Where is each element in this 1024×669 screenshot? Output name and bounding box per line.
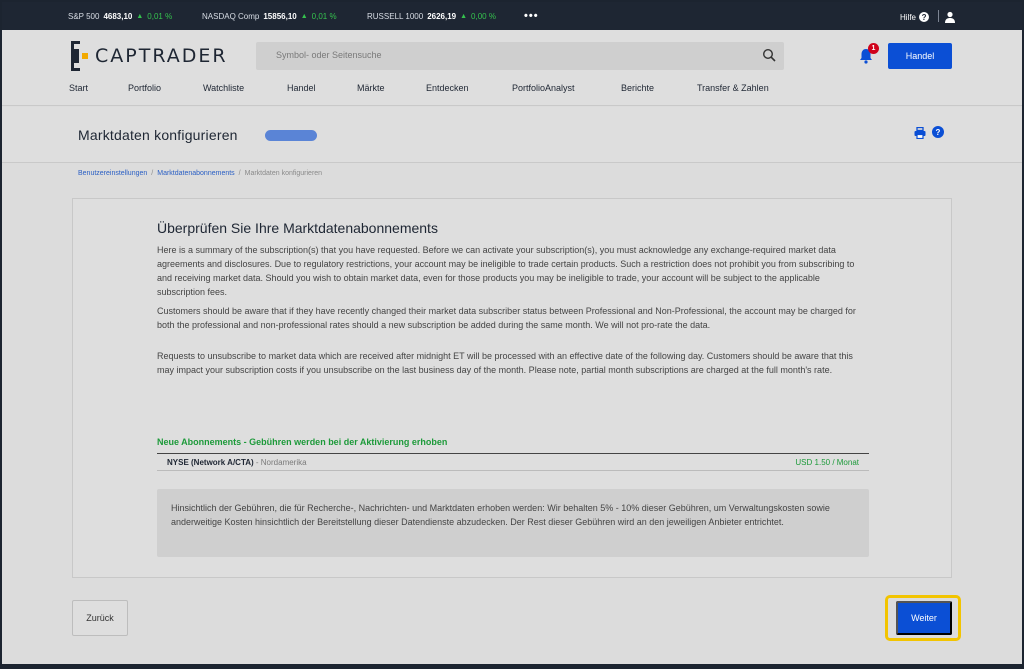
subscription-name: NYSE (Network A/CTA) xyxy=(167,458,254,467)
breadcrumb-separator: / xyxy=(151,170,154,177)
page-title: Marktdaten konfigurieren xyxy=(78,127,238,143)
fee-disclosure-text: Hinsichtlich der Gebühren, die für Reche… xyxy=(171,503,830,527)
divider xyxy=(938,10,939,22)
search-icon[interactable] xyxy=(762,48,776,62)
breadcrumb-user-settings[interactable]: Benutzereinstellungen xyxy=(78,170,147,177)
ticker-value: 4683,10 xyxy=(103,12,133,21)
ticker-value: 15856,10 xyxy=(263,12,297,21)
nav-item-transfers[interactable]: Transfer & Zahlen xyxy=(697,83,769,93)
page-title-bar: Marktdaten konfigurieren ? xyxy=(2,107,1022,163)
breadcrumb: Benutzereinstellungen / Marktdatenabonne… xyxy=(78,170,322,177)
nav-item-start[interactable]: Start xyxy=(69,83,88,93)
app-window: S&P 500 4683,10 ▲ 0,01 % NASDAQ Comp 158… xyxy=(2,2,1022,664)
ticker-change: 0,00 % xyxy=(471,12,496,21)
page-help-icon[interactable]: ? xyxy=(932,126,944,138)
back-button[interactable]: Zurück xyxy=(72,600,128,636)
breadcrumb-current: Marktdaten konfigurieren xyxy=(244,170,323,177)
trade-button[interactable]: Handel xyxy=(888,43,952,69)
ticker-value: 2626,19 xyxy=(427,12,457,21)
status-change-paragraph: Customers should be aware that if they h… xyxy=(157,306,856,330)
unsubscribe-paragraph: Requests to unsubscribe to market data w… xyxy=(157,351,853,375)
up-arrow-icon: ▲ xyxy=(300,13,308,20)
ticker-change: 0,01 % xyxy=(311,12,337,21)
ticker-item-nasdaq[interactable]: NASDAQ Comp 15856,10 ▲ 0,01 % xyxy=(202,12,337,21)
new-subscriptions-heading: Neue Abonnements - Gebühren werden bei d… xyxy=(157,437,448,447)
fee-disclosure-box: Hinsichtlich der Gebühren, die für Reche… xyxy=(157,489,869,557)
notification-count-badge: 1 xyxy=(868,43,879,54)
logo-mark-icon xyxy=(71,41,88,71)
subscription-region: - Nordamerika xyxy=(253,458,307,467)
help-link[interactable]: Hilfe ? xyxy=(900,12,930,22)
search-input[interactable]: Symbol- oder Seitensuche xyxy=(256,42,784,70)
subscription-row: NYSE (Network A/CTA) - Nordamerika USD 1… xyxy=(157,453,869,471)
nav-item-discover[interactable]: Entdecken xyxy=(426,83,469,93)
review-card: Überprüfen Sie Ihre Marktdatenabonnement… xyxy=(72,198,952,578)
more-tickers-button[interactable]: ••• xyxy=(524,10,539,22)
nav-item-reports[interactable]: Berichte xyxy=(621,83,654,93)
user-icon[interactable] xyxy=(944,11,956,23)
subscription-name-cell: NYSE (Network A/CTA) - Nordamerika xyxy=(167,458,307,467)
ticker-item-russell[interactable]: RUSSELL 1000 2626,19 ▲ 0,00 % xyxy=(367,12,496,21)
market-ticker-bar: S&P 500 4683,10 ▲ 0,01 % NASDAQ Comp 158… xyxy=(2,2,1022,30)
ticker-name: NASDAQ Comp xyxy=(202,12,260,21)
next-button[interactable]: Weiter xyxy=(896,601,952,635)
account-pill xyxy=(265,130,317,141)
up-arrow-icon: ▲ xyxy=(136,13,144,20)
subscription-price: USD 1.50 / Monat xyxy=(795,458,859,467)
nav-item-portfolioanalyst[interactable]: PortfolioAnalyst xyxy=(512,83,575,93)
ticker-name: S&P 500 xyxy=(68,12,100,21)
question-icon: ? xyxy=(919,12,930,22)
nav-item-markets[interactable]: Märkte xyxy=(357,83,385,93)
main-nav: Start Portfolio Watchliste Handel Märkte… xyxy=(2,83,1022,97)
main-header: CAPTRADER Symbol- oder Seitensuche 1 Han… xyxy=(2,30,1022,106)
logo-text: CAPTRADER xyxy=(95,45,228,67)
up-arrow-icon: ▲ xyxy=(460,13,468,20)
breadcrumb-separator: / xyxy=(238,170,241,177)
ticker-change: 0,01 % xyxy=(147,12,173,21)
captrader-logo[interactable]: CAPTRADER xyxy=(69,41,228,71)
ticker-name: RUSSELL 1000 xyxy=(367,12,424,21)
summary-paragraph: Here is a summary of the subscription(s)… xyxy=(157,245,855,297)
nav-item-portfolio[interactable]: Portfolio xyxy=(128,83,161,93)
nav-item-watchlist[interactable]: Watchliste xyxy=(203,83,244,93)
search-placeholder: Symbol- oder Seitensuche xyxy=(276,50,382,60)
ticker-item-sp500[interactable]: S&P 500 4683,10 ▲ 0,01 % xyxy=(68,12,172,21)
help-label: Hilfe xyxy=(900,12,917,22)
review-title: Überprüfen Sie Ihre Marktdatenabonnement… xyxy=(157,220,438,236)
breadcrumb-market-data-subscriptions[interactable]: Marktdatenabonnements xyxy=(157,170,234,177)
print-icon[interactable] xyxy=(914,127,926,139)
nav-item-trade[interactable]: Handel xyxy=(287,83,316,93)
